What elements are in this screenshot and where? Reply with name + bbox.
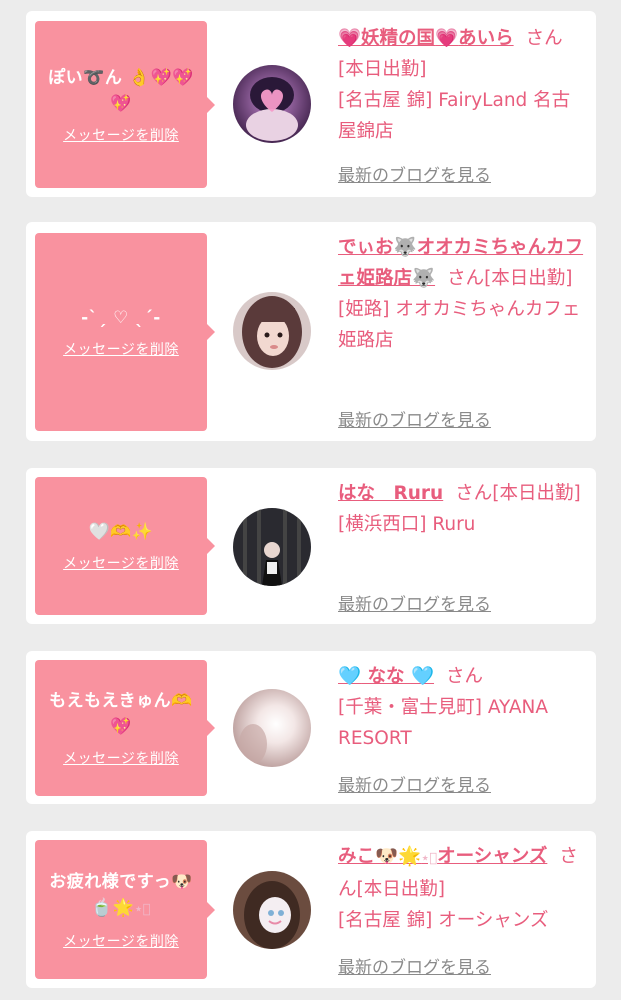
cast-info: 🩵 なな 🩵 さん [千葉・富士見町] AYANA RESORT (338, 661, 588, 754)
latest-blog-link[interactable]: 最新のブログを見る (338, 161, 491, 186)
message-text-part: ぽい (48, 67, 84, 88)
cast-card: 🤍🫶✨ メッセージを削除 はな Ruru さん[本日出勤] [横浜西口] Ruru… (26, 468, 596, 624)
sparkling-heart-icon: 💖 (110, 93, 132, 114)
avatar[interactable] (233, 689, 311, 767)
message-bubble: お疲れ様ですっ🐶 🍵🌟⋆ﾟ メッセージを削除 (35, 840, 215, 979)
favorites-list: ぽい➰ん 👌💖💖 💖 メッセージを削除 💗妖精の国💗あいら さん[本日出勤] [名… (0, 0, 621, 1000)
avatar-image (233, 65, 311, 143)
avatar[interactable] (233, 508, 311, 586)
cast-card: お疲れ様ですっ🐶 🍵🌟⋆ﾟ メッセージを削除 みこ🐶🌟⋆ﾟオーシャンズ さん[本日… (26, 831, 596, 988)
heart-hands-icon: 🫶 (171, 691, 193, 711)
sparkling-heart-icon: 💖 (110, 717, 132, 737)
attendance-status: [本日出勤] (338, 59, 427, 80)
honorific: さん (525, 28, 563, 49)
message-bubble: -ˋˏ ♡ ˎˊ- メッセージを削除 (35, 233, 215, 431)
shop-name: [姫路] オオカミちゃんカフェ姫路店 (338, 299, 581, 351)
shop-name: [千葉・富士見町] AYANA RESORT (338, 697, 549, 749)
honorific: さん (455, 483, 493, 504)
avatar-image (233, 871, 311, 949)
message-text: もえもえきゅん🫶 💖 (49, 688, 193, 740)
cast-name: 妖精の国 (361, 28, 436, 49)
cast-name-link[interactable]: みこ🐶🌟⋆ﾟオーシャンズ (338, 846, 547, 867)
attendance-status: [本日出勤] (356, 879, 445, 900)
white-heart-icon: 🤍 (88, 522, 111, 542)
message-text: ぽい➰ん 👌💖💖 💖 (48, 67, 194, 114)
avatar[interactable] (233, 65, 311, 143)
heart-icon: 💗 (338, 28, 362, 49)
message-text-part: お疲れ様ですっ (49, 871, 172, 892)
latest-blog-link[interactable]: 最新のブログを見る (338, 771, 491, 796)
blue-heart-icon: 🩵 (338, 666, 362, 687)
sparkling-heart-icon: 💖💖 (150, 67, 194, 88)
heart-icon: 💗 (435, 28, 459, 49)
message-text-part: もえもえきゅん (49, 691, 172, 711)
latest-blog-link[interactable]: 最新のブログを見る (338, 406, 491, 431)
cast-name-link[interactable]: 🩵 なな 🩵 (338, 666, 434, 687)
shop-name: [名古屋 錦] オーシャンズ (338, 910, 549, 931)
cast-info: 💗妖精の国💗あいら さん[本日出勤] [名古屋 錦] FairyLand 名古屋錦… (338, 23, 588, 147)
cast-info: みこ🐶🌟⋆ﾟオーシャンズ さん[本日出勤] [名古屋 錦] オーシャンズ (338, 841, 588, 936)
cast-name-part: あいら (458, 28, 514, 49)
attendance-status: [本日出勤] (484, 268, 573, 289)
star-icon: 🌟 (398, 846, 422, 867)
delete-message-link[interactable]: メッセージを削除 (63, 931, 179, 951)
shop-name: [横浜西口] Ruru (338, 514, 476, 535)
cast-card: -ˋˏ ♡ ˎˊ- メッセージを削除 でぃお🐺オオカミちゃんカフェ姫路店🐺 さん[… (26, 222, 596, 441)
cast-card: ぽい➰ん 👌💖💖 💖 メッセージを削除 💗妖精の国💗あいら さん[本日出勤] [名… (26, 11, 596, 197)
latest-blog-link[interactable]: 最新のブログを見る (338, 590, 491, 615)
star-icon: 🌟 (112, 897, 135, 918)
wolf-icon: 🐺 (393, 237, 417, 258)
avatar-image (233, 292, 311, 370)
message-text: 🤍🫶✨ (88, 519, 153, 545)
message-bubble: もえもえきゅん🫶 💖 メッセージを削除 (35, 660, 215, 796)
cast-name-part: オーシャンズ (437, 846, 548, 867)
cast-name-link[interactable]: はな Ruru (338, 483, 443, 504)
dog-icon: 🐶 (375, 846, 399, 867)
avatar-image (233, 508, 311, 586)
latest-blog-link[interactable]: 最新のブログを見る (338, 953, 491, 978)
delete-message-link[interactable]: メッセージを削除 (63, 748, 179, 768)
avatar[interactable] (233, 871, 311, 949)
cast-info: はな Ruru さん[本日出勤] [横浜西口] Ruru (338, 478, 588, 540)
message-text: -ˋˏ ♡ ˎˊ- (81, 308, 161, 328)
delete-message-link[interactable]: メッセージを削除 (63, 339, 179, 359)
message-bubble: ぽい➰ん 👌💖💖 💖 メッセージを削除 (35, 21, 215, 188)
cast-name-link[interactable]: 💗妖精の国💗あいら (338, 28, 514, 49)
cast-name: みこ (338, 846, 376, 867)
delete-message-link[interactable]: メッセージを削除 (63, 553, 179, 573)
delete-message-link[interactable]: メッセージを削除 (63, 125, 179, 145)
white-heart-icon: ♡ (113, 308, 129, 328)
cast-card: もえもえきゅん🫶 💖 メッセージを削除 🩵 なな 🩵 さん [千葉・富士見町] A… (26, 651, 596, 804)
honorific: さん (447, 268, 485, 289)
message-text: お疲れ様ですっ🐶 🍵🌟⋆ﾟ (49, 869, 193, 923)
sparkle-icon: ⋆ﾟ (421, 851, 438, 866)
cast-name: でぃお (338, 237, 394, 258)
sparkle-icon: ⋆ﾟ (134, 901, 151, 917)
sparkles-icon: ✨ (131, 522, 154, 542)
avatar-image (233, 689, 311, 767)
avatar[interactable] (233, 292, 311, 370)
message-bubble: 🤍🫶✨ メッセージを削除 (35, 477, 215, 615)
hand-icon: 👌 (128, 67, 151, 88)
wolf-icon: 🐺 (412, 268, 436, 289)
attendance-status: [本日出勤] (492, 483, 581, 504)
dog-icon: 🐶 (171, 871, 193, 892)
cast-info: でぃお🐺オオカミちゃんカフェ姫路店🐺 さん[本日出勤] [姫路] オオカミちゃんカ… (338, 232, 588, 356)
shop-name: [名古屋 錦] FairyLand 名古屋錦店 (338, 90, 571, 142)
blue-heart-icon: 🩵 (410, 666, 435, 687)
tea-icon: 🍵 (91, 897, 113, 918)
honorific: さん (446, 666, 484, 687)
heart-hands-icon: 🫶 (110, 522, 132, 542)
cast-name: なな (367, 666, 405, 687)
